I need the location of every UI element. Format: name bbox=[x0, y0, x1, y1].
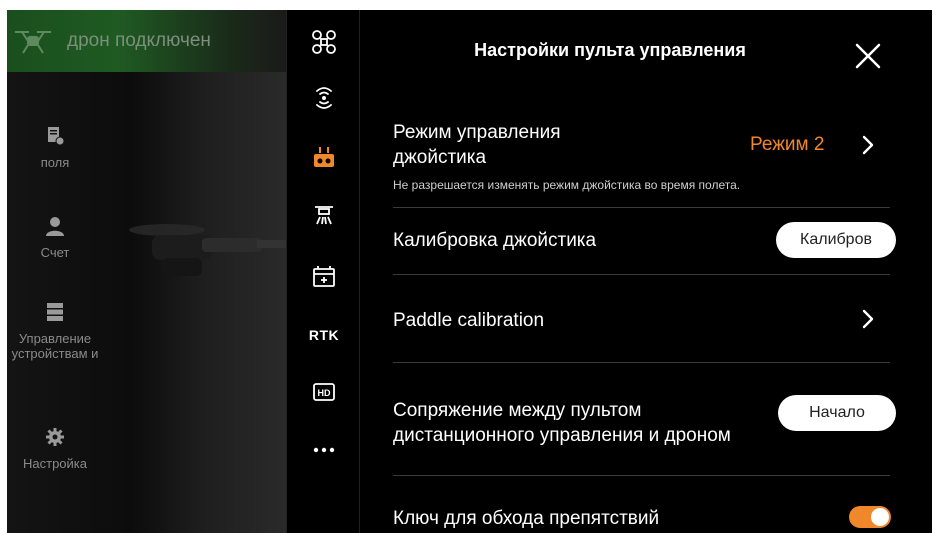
obstacle-avoidance-toggle[interactable] bbox=[849, 506, 891, 528]
sidebar-item-settings[interactable]: Настройка bbox=[7, 426, 103, 471]
divider bbox=[393, 207, 890, 208]
tab-remote-controller[interactable] bbox=[287, 137, 361, 177]
calibrate-button[interactable]: Калибров bbox=[776, 222, 896, 258]
sidebar-item-device-management[interactable]: Управление устройствам и bbox=[7, 301, 103, 361]
joystick-mode-label: Режим управления джойстика bbox=[393, 122, 561, 168]
field-doc-icon bbox=[48, 127, 65, 146]
tab-signal[interactable] bbox=[287, 78, 361, 118]
drone-icon bbox=[312, 30, 336, 54]
remote-controller-icon bbox=[314, 147, 334, 167]
connection-status-text: дрон подключен bbox=[67, 30, 211, 51]
tab-drone[interactable] bbox=[287, 22, 361, 62]
pairing-start-button[interactable]: Начало bbox=[778, 395, 896, 431]
divider bbox=[393, 274, 890, 275]
tab-spray[interactable] bbox=[287, 195, 361, 235]
drone-background-image bbox=[129, 224, 286, 276]
sidebar-item-label: Управление устройствам и bbox=[11, 331, 99, 361]
divider bbox=[393, 475, 890, 476]
tab-battery[interactable] bbox=[287, 256, 361, 296]
settings-tab-column: RTK HD bbox=[286, 10, 360, 533]
battery-icon bbox=[313, 266, 335, 287]
sidebar-item-fields[interactable]: поля bbox=[7, 125, 103, 170]
sidebar-item-label: Счет bbox=[40, 245, 70, 260]
joystick-calibration-label: Калибровка джойстика bbox=[393, 230, 597, 251]
drone-status-icon bbox=[15, 31, 51, 54]
tab-hd[interactable]: HD bbox=[287, 372, 361, 412]
close-icon[interactable] bbox=[850, 38, 886, 74]
joystick-mode-note: Не разрешается изменять режим джойстика … bbox=[393, 178, 741, 192]
rtk-label: RTK bbox=[308, 327, 340, 343]
pairing-label: Сопряжение между пультом дистанционного … bbox=[393, 400, 731, 446]
server-icon bbox=[47, 303, 63, 321]
left-panel: дрон подключен поля Счет Управление устр… bbox=[7, 10, 286, 533]
tab-rtk[interactable]: RTK bbox=[287, 315, 361, 355]
hd-icon: HD bbox=[313, 383, 335, 401]
user-icon bbox=[46, 217, 64, 236]
more-icon bbox=[313, 447, 335, 453]
toggle-knob bbox=[871, 508, 889, 526]
svg-text:HD: HD bbox=[318, 388, 331, 398]
obstacle-avoidance-key-label: Ключ для обхода препятствий bbox=[393, 508, 660, 529]
joystick-mode-value[interactable]: Режим 2 bbox=[750, 134, 824, 156]
spray-icon bbox=[315, 206, 333, 225]
sidebar-item-label: поля bbox=[40, 155, 70, 170]
remote-controller-settings-panel: Настройки пульта управления Режим управл… bbox=[360, 10, 932, 533]
chevron-right-icon[interactable] bbox=[860, 308, 876, 330]
tab-more[interactable] bbox=[287, 430, 361, 470]
sidebar-item-account[interactable]: Счет bbox=[7, 215, 103, 260]
divider bbox=[393, 362, 890, 363]
sidebar-item-label: Настройка bbox=[23, 456, 87, 471]
connection-status-bar: дрон подключен bbox=[7, 10, 286, 72]
paddle-calibration-label: Paddle calibration bbox=[393, 310, 545, 331]
gear-icon bbox=[46, 428, 64, 446]
chevron-right-icon[interactable] bbox=[860, 134, 876, 156]
app-frame: дрон подключен поля Счет Управление устр… bbox=[7, 10, 932, 533]
signal-icon bbox=[316, 87, 332, 109]
page-title: Настройки пульта управления bbox=[474, 40, 746, 60]
